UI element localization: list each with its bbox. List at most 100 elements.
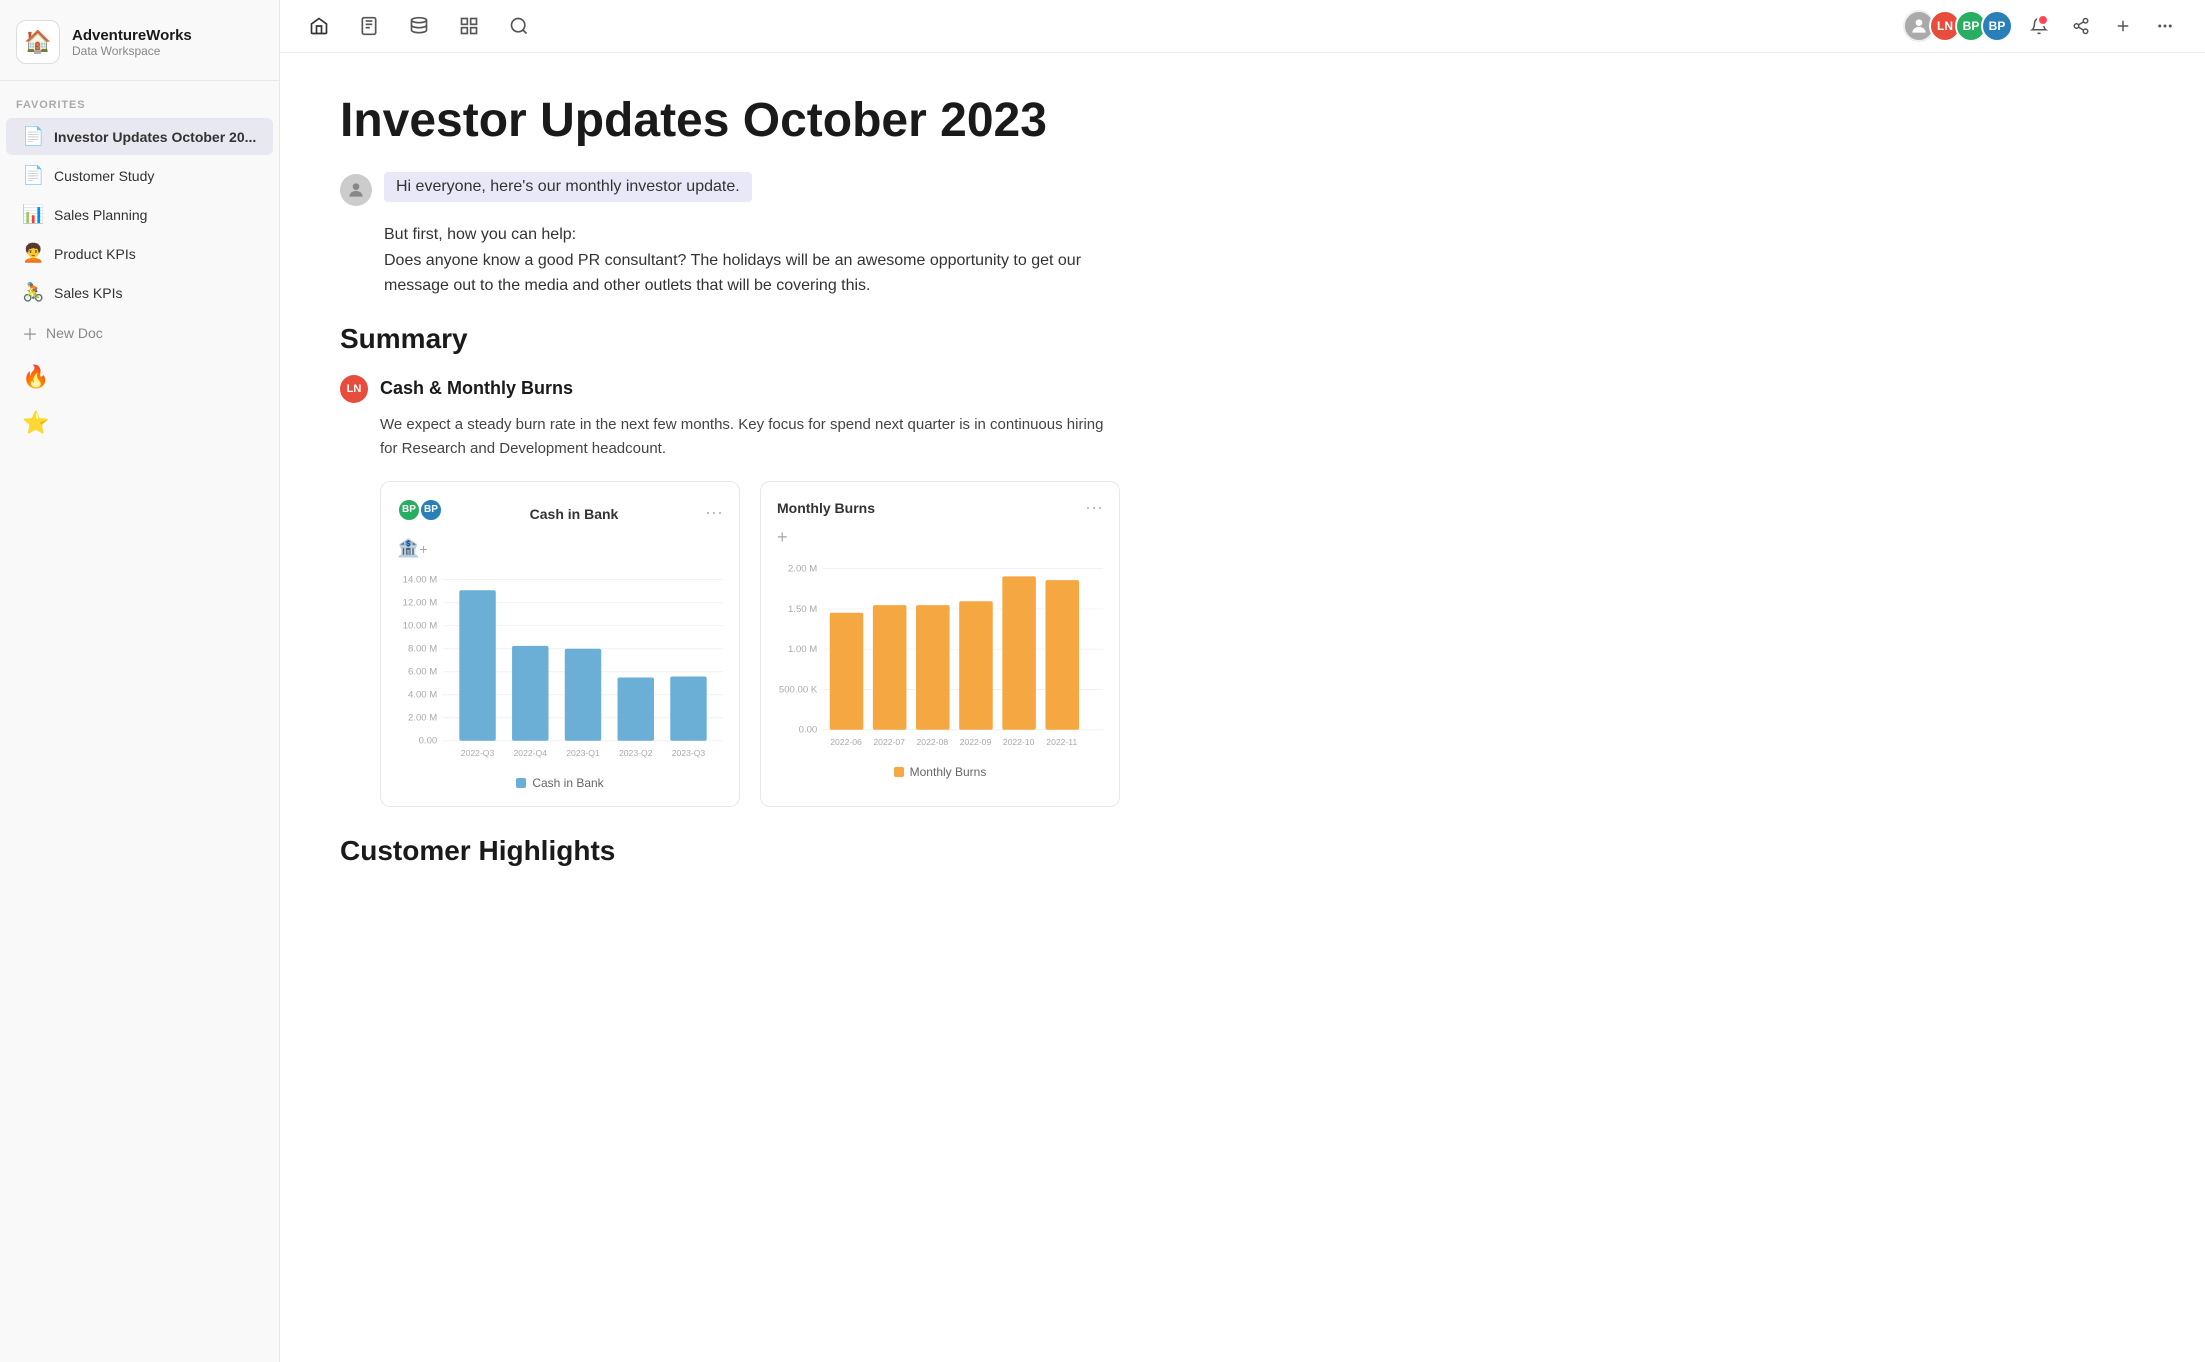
chart1-avatars: BP BP	[397, 498, 443, 522]
customer-highlights-heading: Customer Highlights	[340, 835, 1120, 867]
cash-burns-subsection: LN Cash & Monthly Burns We expect a stea…	[340, 375, 1120, 807]
subsection-body: We expect a steady burn rate in the next…	[380, 413, 1120, 461]
sidebar: 🏠 AdventureWorks Data Workspace FAVORITE…	[0, 0, 280, 1362]
body-text: But first, how you can help: Does anyone…	[384, 222, 1120, 299]
svg-text:14.00 M: 14.00 M	[403, 575, 438, 586]
sidebar-brand: AdventureWorks Data Workspace	[72, 27, 192, 58]
svg-text:10.00 M: 10.00 M	[403, 621, 438, 632]
chart2-add-btn: +	[777, 527, 1103, 548]
new-doc-button[interactable]: ＋ New Doc	[6, 313, 273, 353]
chart1-svg: 14.00 M 12.00 M 10.00 M 8.00 M 6.00 M 4.…	[397, 565, 723, 765]
svg-text:2022-10: 2022-10	[1003, 737, 1035, 747]
svg-text:0.00: 0.00	[799, 725, 818, 736]
chart2-legend: Monthly Burns	[777, 765, 1103, 779]
database-icon[interactable]	[404, 11, 434, 41]
grid-icon[interactable]	[454, 11, 484, 41]
svg-text:4.00 M: 4.00 M	[408, 690, 437, 701]
chart1-emoji: 🏦+	[397, 538, 723, 559]
intro-text: Hi everyone, here's our monthly investor…	[384, 172, 752, 202]
avatar-bp-2: BP	[1981, 10, 2013, 42]
sidebar-emoji-fire: 🔥	[0, 354, 279, 400]
monthly-burns-chart: Monthly Burns ⋯ + 2.00 M 1.50 M 1.00 M 5…	[760, 481, 1120, 807]
svg-text:12.00 M: 12.00 M	[403, 598, 438, 609]
sidebar-item-sales-kpis[interactable]: 🚴 Sales KPIs	[6, 274, 273, 311]
bike-icon: 🚴	[22, 282, 44, 303]
svg-text:0.00: 0.00	[419, 736, 438, 747]
chart1-legend-label: Cash in Bank	[532, 776, 603, 790]
author-avatar	[340, 174, 372, 206]
sidebar-item-investor-updates[interactable]: 📄 Investor Updates October 20...	[6, 118, 273, 155]
svg-text:2023-Q2: 2023-Q2	[619, 748, 653, 758]
chart1-legend: Cash in Bank	[397, 776, 723, 790]
sidebar-item-label-4: Product KPIs	[54, 246, 257, 262]
sidebar-item-label: Investor Updates October 20...	[54, 129, 257, 145]
avatar-group: LN BP BP	[1909, 10, 2013, 42]
svg-text:8.00 M: 8.00 M	[408, 644, 437, 655]
chart1-menu-icon[interactable]: ⋯	[705, 503, 723, 524]
chart1-avatar-bp2: BP	[419, 498, 443, 522]
chart1-avatar-bp1: BP	[397, 498, 421, 522]
person-icon: 🧑‍🦱	[22, 243, 44, 264]
add-button[interactable]	[2107, 10, 2139, 42]
svg-text:500.00 K: 500.00 K	[779, 684, 818, 695]
fire-emoji: 🔥	[22, 364, 49, 390]
plus-icon: ＋	[22, 321, 38, 345]
chart1-title: Cash in Bank	[530, 506, 619, 522]
main-area: LN BP BP Investor Updates October 2023	[280, 0, 2205, 1362]
subsection-header: LN Cash & Monthly Burns	[340, 375, 1120, 403]
svg-text:2023-Q3: 2023-Q3	[672, 748, 706, 758]
intro-block: Hi everyone, here's our monthly investor…	[340, 172, 1120, 206]
sidebar-header: 🏠 AdventureWorks Data Workspace	[0, 0, 279, 81]
chart1-header: BP BP Cash in Bank ⋯	[397, 498, 723, 530]
notifications-button[interactable]	[2023, 10, 2055, 42]
home-icon[interactable]	[304, 11, 334, 41]
sidebar-item-customer-study[interactable]: 📄 Customer Study	[6, 157, 273, 194]
svg-text:2023-Q1: 2023-Q1	[566, 748, 600, 758]
chart2-menu-icon[interactable]: ⋯	[1085, 498, 1103, 519]
topbar: LN BP BP	[280, 0, 2205, 53]
chart-icon: 📊	[22, 204, 44, 225]
chart1-legend-dot	[516, 778, 526, 788]
svg-text:2022-08: 2022-08	[917, 737, 949, 747]
doc-icon-2: 📄	[22, 165, 44, 186]
svg-text:2022-Q4: 2022-Q4	[514, 748, 548, 758]
favorites-label: FAVORITES	[0, 81, 279, 117]
cash-in-bank-chart: BP BP Cash in Bank ⋯ 🏦+ 14.00 M 12.00 M …	[380, 481, 740, 807]
chart2-title: Monthly Burns	[777, 500, 875, 516]
customer-highlights-heading-preview: Customer Highlights	[340, 835, 1120, 867]
sidebar-item-sales-planning[interactable]: 📊 Sales Planning	[6, 196, 273, 233]
subsection-title: Cash & Monthly Burns	[380, 378, 573, 399]
chart2-legend-dot	[894, 767, 904, 777]
share-button[interactable]	[2065, 10, 2097, 42]
brand-sub: Data Workspace	[72, 44, 192, 58]
page-content: Investor Updates October 2023 Hi everyon…	[280, 53, 1180, 1362]
svg-text:2022-06: 2022-06	[830, 737, 862, 747]
topbar-right: LN BP BP	[1909, 10, 2181, 42]
svg-text:1.00 M: 1.00 M	[788, 644, 817, 655]
app-logo: 🏠	[16, 20, 60, 64]
sidebar-item-product-kpis[interactable]: 🧑‍🦱 Product KPIs	[6, 235, 273, 272]
topbar-nav-icons	[304, 11, 1889, 41]
svg-text:2.00 M: 2.00 M	[788, 564, 817, 575]
brand-name: AdventureWorks	[72, 27, 192, 44]
new-doc-label: New Doc	[46, 325, 103, 341]
svg-text:2022-Q3: 2022-Q3	[461, 748, 495, 758]
svg-text:2022-07: 2022-07	[873, 737, 905, 747]
document-icon[interactable]	[354, 11, 384, 41]
search-icon[interactable]	[504, 11, 534, 41]
sidebar-item-label-2: Customer Study	[54, 168, 257, 184]
chart2-svg: 2.00 M 1.50 M 1.00 M 500.00 K 0.00	[777, 554, 1103, 754]
sidebar-item-label-3: Sales Planning	[54, 207, 257, 223]
page-title: Investor Updates October 2023	[340, 93, 1120, 148]
summary-heading: Summary	[340, 323, 1120, 355]
svg-text:2022-09: 2022-09	[960, 737, 992, 747]
svg-text:2.00 M: 2.00 M	[408, 713, 437, 724]
sidebar-emoji-star: ⭐	[0, 400, 279, 446]
subsection-avatar-ln: LN	[340, 375, 368, 403]
star-emoji: ⭐	[22, 410, 49, 436]
charts-row: BP BP Cash in Bank ⋯ 🏦+ 14.00 M 12.00 M …	[380, 481, 1120, 807]
more-options-button[interactable]	[2149, 10, 2181, 42]
svg-text:2022-11: 2022-11	[1046, 737, 1077, 747]
doc-icon: 📄	[22, 126, 44, 147]
chart2-header: Monthly Burns ⋯	[777, 498, 1103, 519]
